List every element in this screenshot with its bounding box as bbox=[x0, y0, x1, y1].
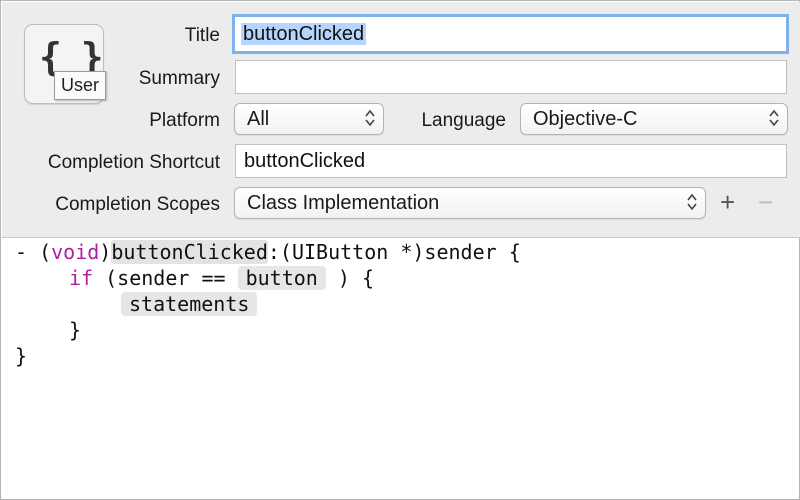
keyword-void: void bbox=[51, 240, 100, 264]
keyword-if: if bbox=[69, 266, 94, 290]
updown-arrows-icon bbox=[687, 193, 697, 211]
platform-popup-value: All bbox=[247, 108, 270, 130]
placeholder-token-button[interactable]: button bbox=[237, 266, 326, 290]
updown-arrows-icon bbox=[769, 109, 779, 127]
code-line-3: statements bbox=[121, 291, 258, 317]
placeholder-token-statements[interactable]: statements bbox=[121, 292, 258, 316]
remove-scope-button[interactable]: − bbox=[758, 189, 773, 215]
language-popup[interactable]: Objective-C bbox=[520, 103, 788, 135]
code-line-2: if (sender == button ) { bbox=[69, 266, 375, 290]
platform-popup[interactable]: All bbox=[234, 103, 384, 135]
summary-field[interactable] bbox=[235, 60, 787, 94]
platform-label: Platform bbox=[149, 110, 220, 131]
completion-scopes-label: Completion Scopes bbox=[55, 194, 220, 215]
title-field[interactable]: buttonClicked bbox=[232, 14, 789, 54]
title-label: Title bbox=[184, 25, 220, 46]
language-label: Language bbox=[421, 110, 506, 131]
snippet-editor-window: { } User Title buttonClicked Summary Pla… bbox=[0, 0, 800, 500]
language-popup-value: Objective-C bbox=[533, 108, 638, 130]
code-line-1: - (void)buttonClicked:(UIButton *)sender… bbox=[15, 240, 521, 264]
updown-arrows-icon bbox=[365, 109, 375, 127]
title-field-value: buttonClicked bbox=[241, 23, 367, 45]
snippet-properties-panel: { } User Title buttonClicked Summary Pla… bbox=[2, 2, 800, 238]
completion-scopes-popup[interactable]: Class Implementation bbox=[234, 187, 706, 219]
completion-shortcut-label: Completion Shortcut bbox=[47, 152, 220, 173]
completion-shortcut-field[interactable]: buttonClicked bbox=[235, 144, 787, 178]
tooltip-user: User bbox=[54, 71, 107, 100]
method-name-token: buttonClicked bbox=[111, 240, 268, 264]
code-line-5: } bbox=[15, 344, 28, 368]
code-line-4: } bbox=[69, 318, 82, 342]
add-scope-button[interactable]: + bbox=[720, 189, 735, 215]
completion-scopes-value: Class Implementation bbox=[247, 192, 440, 214]
summary-label: Summary bbox=[138, 68, 220, 89]
